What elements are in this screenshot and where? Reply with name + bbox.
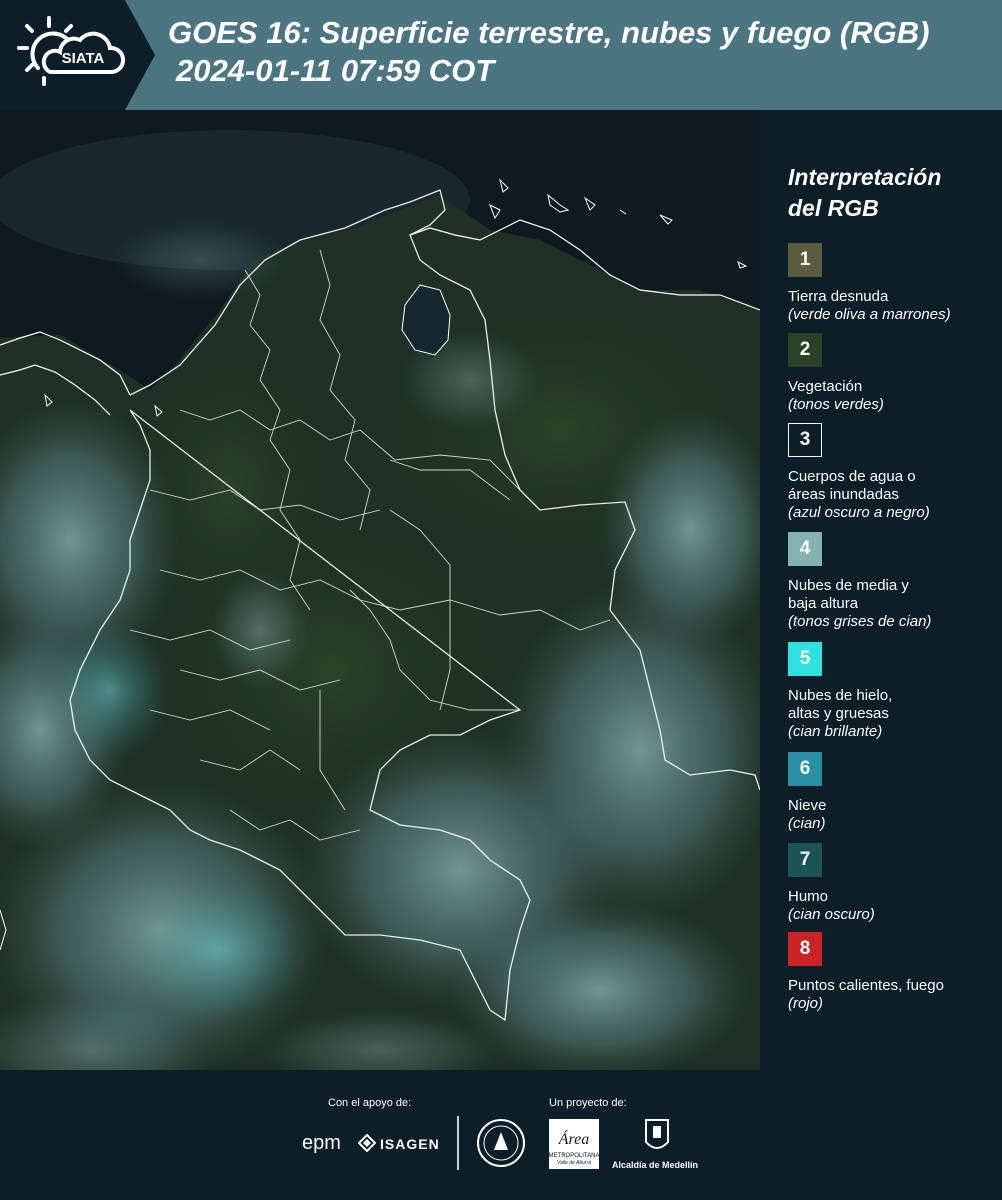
legend-sub: (cian oscuro) [788,906,875,923]
area-metropolitana-logo: Área METROPOLITANA Valle de Aburrá [549,1119,600,1169]
alcaldia-logo-text: Alcaldía de Medellín [612,1160,699,1170]
legend-label-line-2: áreas inundadas [788,486,899,503]
legend-sub: (cian brillante) [788,723,883,740]
legend-label: Puntos calientes, fuego [788,977,944,994]
legend-swatch: 2 [788,333,822,367]
legend-label: Nubes de hielo, altas y gruesas [788,687,998,723]
legend-sub: (cian) [788,815,826,832]
legend-title-line-2: del RGB [788,195,879,221]
legend-item: 1 Tierra desnuda (verde oliva a marrones… [788,243,998,324]
header-bar: SIATA GOES 16: Superficie terrestre, nub… [0,0,1002,110]
page-title: GOES 16: Superficie terrestre, nubes y f… [168,14,929,90]
legend-sub: (rojo) [788,995,824,1012]
legend-label: Vegetación [788,378,863,395]
legend-title: Interpretación del RGB [788,162,941,224]
legend-swatch: 7 [788,843,822,877]
legend-sub: (verde oliva a marrones) [788,306,951,323]
legend-title-line-1: Interpretación [788,164,942,190]
legend-label-line-1: Nubes de hielo, [788,687,893,704]
legend-item: 7 Humo (cian oscuro) [788,843,998,924]
legend-label: Cuerpos de agua o áreas inundadas [788,468,998,504]
legend-label-line-1: Cuerpos de agua o [788,468,916,485]
university-seal-icon [477,1119,525,1167]
legend-item: 2 Vegetación (tonos verdes) [788,333,998,414]
area-logo-text: Área [558,1129,590,1148]
project-caption: Un proyecto de: [549,1097,627,1109]
legend-swatch: 5 [788,642,822,676]
isagen-logo: ISAGEN [380,1136,440,1152]
siata-logo-block: SIATA [0,0,155,110]
legend-sub: (tonos grises de cian) [788,613,932,630]
legend-label-line-2: altas y gruesas [788,705,889,722]
satellite-map[interactable] [0,110,760,1070]
epm-logo: epm [302,1132,341,1154]
legend-swatch: 4 [788,532,822,566]
title-line-1: GOES 16: Superficie terrestre, nubes y f… [168,15,930,50]
legend-sub: (tonos verdes) [788,396,884,413]
legend-sub: (azul oscuro a negro) [788,504,930,521]
area-logo-sub2: Valle de Aburrá [557,1160,591,1166]
legend-label: Humo [788,888,829,905]
title-line-2: 2024-01-11 07:59 COT [176,53,495,88]
siata-logo-text: SIATA [62,50,105,67]
satellite-rgb-image [0,110,760,1070]
legend-item: 6 Nieve (cian) [788,752,998,833]
footer-bar: Con el apoyo de: Un proyecto de: epm ISA… [0,1070,1002,1200]
legend-swatch: 1 [788,243,822,277]
area-logo-sub1: METROPOLITANA [549,1153,600,1159]
support-caption: Con el apoyo de: [328,1097,412,1109]
legend-item: 5 Nubes de hielo, altas y gruesas (cian … [788,642,998,741]
rgb-legend: Interpretación del RGB 1 Tierra desnuda … [760,110,1002,1070]
legend-swatch: 6 [788,752,822,786]
legend-swatch: 3 [788,423,822,457]
legend-item: 4 Nubes de media y baja altura (tonos gr… [788,532,998,631]
legend-label: Nieve [788,797,827,814]
legend-label-line-1: Nubes de media y [788,577,909,594]
legend-item: 8 Puntos calientes, fuego (rojo) [788,932,998,1013]
legend-swatch: 8 [788,932,822,966]
footer-divider [457,1116,459,1170]
isagen-icon [358,1134,376,1152]
legend-item: 3 Cuerpos de agua o áreas inundadas (azu… [788,423,998,522]
alcaldia-crest-icon [645,1119,669,1149]
legend-label: Nubes de media y baja altura [788,577,998,613]
legend-label: Tierra desnuda [788,288,889,305]
legend-label-line-2: baja altura [788,595,859,612]
